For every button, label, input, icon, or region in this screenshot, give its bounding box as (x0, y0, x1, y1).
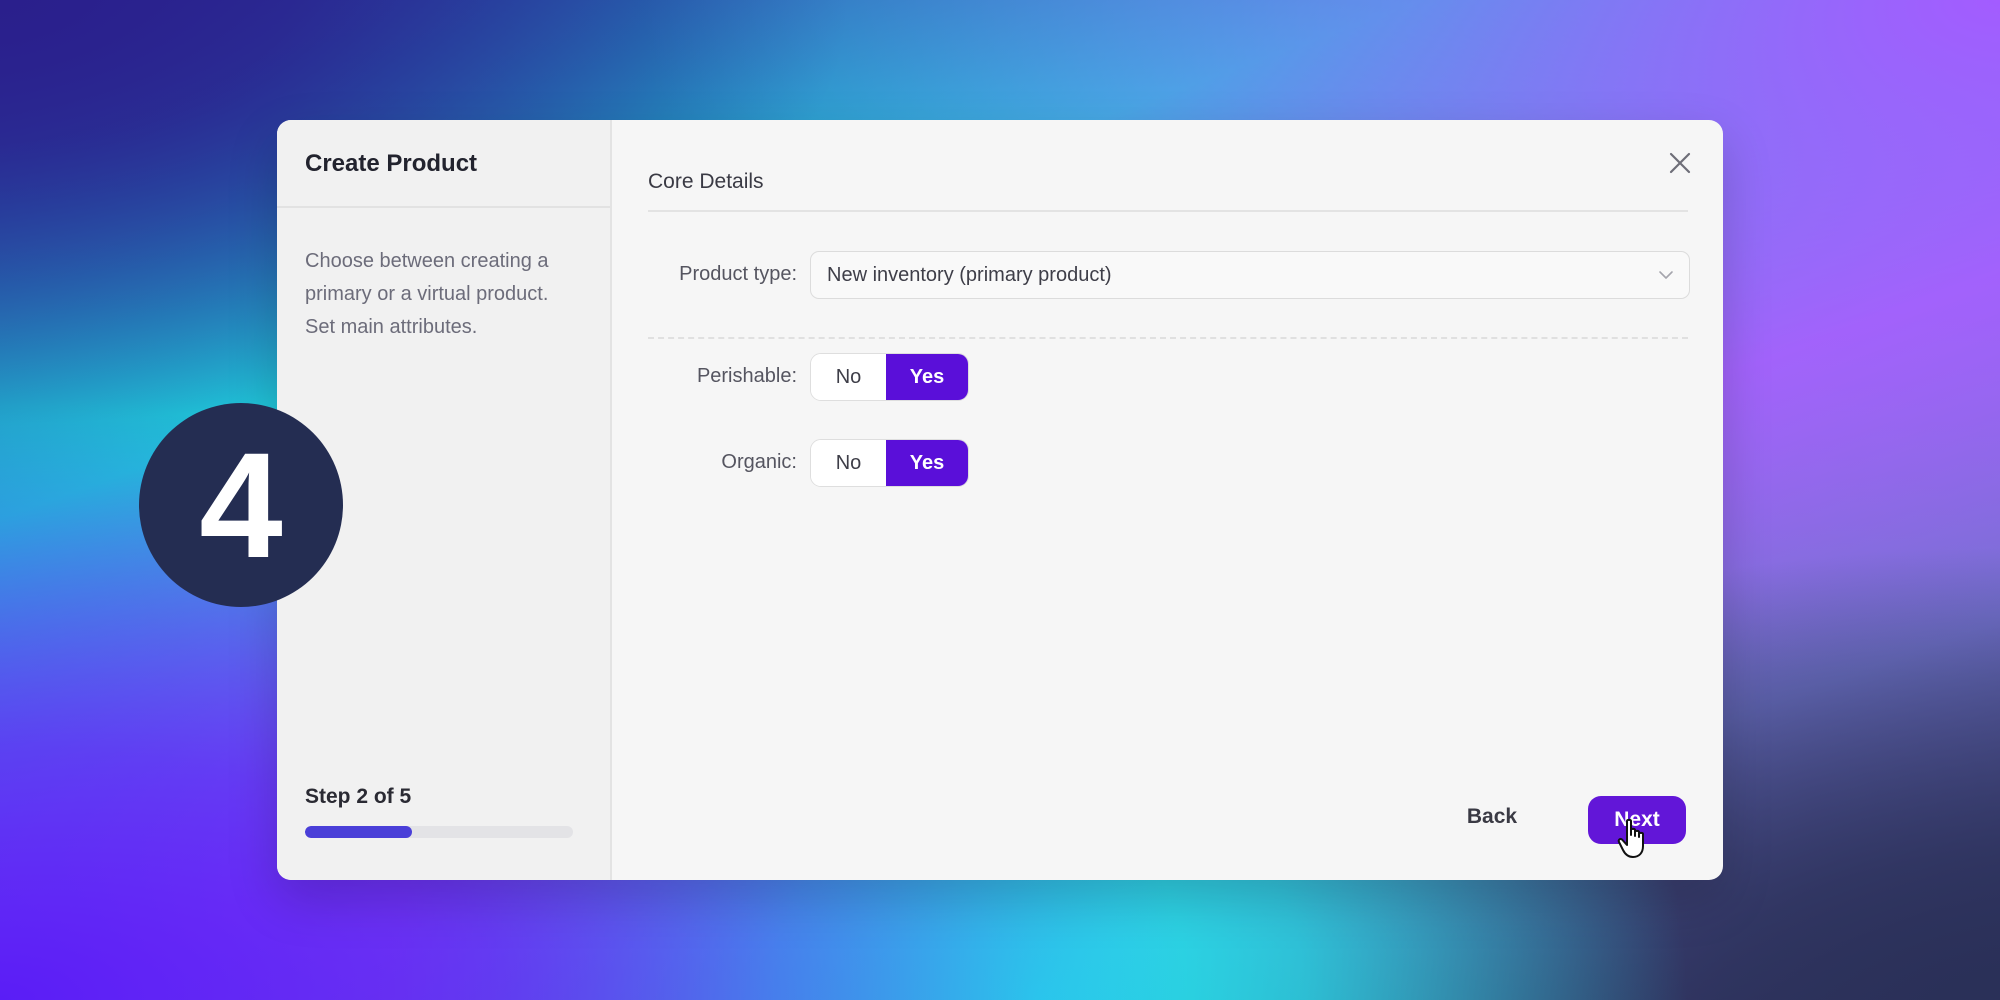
modal-content: Core Details Product type: New inventory… (612, 120, 1723, 880)
sidebar-description: Choose between creating a primary or a v… (305, 250, 549, 338)
product-type-select[interactable]: New inventory (primary product) (810, 251, 1690, 299)
organic-label: Organic: (721, 451, 797, 473)
step-indicator: Step 2 of 5 (305, 785, 412, 808)
organic-no-option[interactable]: No (811, 440, 886, 486)
product-type-label: Product type: (679, 263, 797, 285)
field-divider (648, 337, 1688, 339)
section-divider (648, 210, 1688, 212)
create-product-modal: Create Product Choose between creating a… (277, 120, 1723, 880)
product-type-value: New inventory (primary product) (827, 263, 1112, 286)
back-button[interactable]: Back (1452, 796, 1532, 838)
organic-toggle: No Yes (810, 439, 969, 487)
step-number: 4 (199, 421, 283, 589)
organic-yes-option[interactable]: Yes (886, 440, 968, 486)
chevron-down-icon (1659, 271, 1673, 279)
step-number-badge: 4 (139, 403, 343, 607)
progress-bar-fill (305, 826, 413, 838)
perishable-no-option[interactable]: No (811, 354, 886, 400)
sidebar-divider (277, 206, 610, 208)
perishable-label: Perishable: (696, 365, 797, 387)
section-title: Core Details (648, 170, 764, 193)
perishable-yes-option[interactable]: Yes (886, 354, 968, 400)
progress-bar (305, 826, 573, 838)
perishable-toggle: No Yes (810, 353, 969, 401)
modal-title: Create Product (305, 150, 478, 177)
close-icon (1669, 152, 1691, 174)
close-button[interactable] (1662, 145, 1698, 181)
hand-pointer-icon (1617, 818, 1644, 858)
